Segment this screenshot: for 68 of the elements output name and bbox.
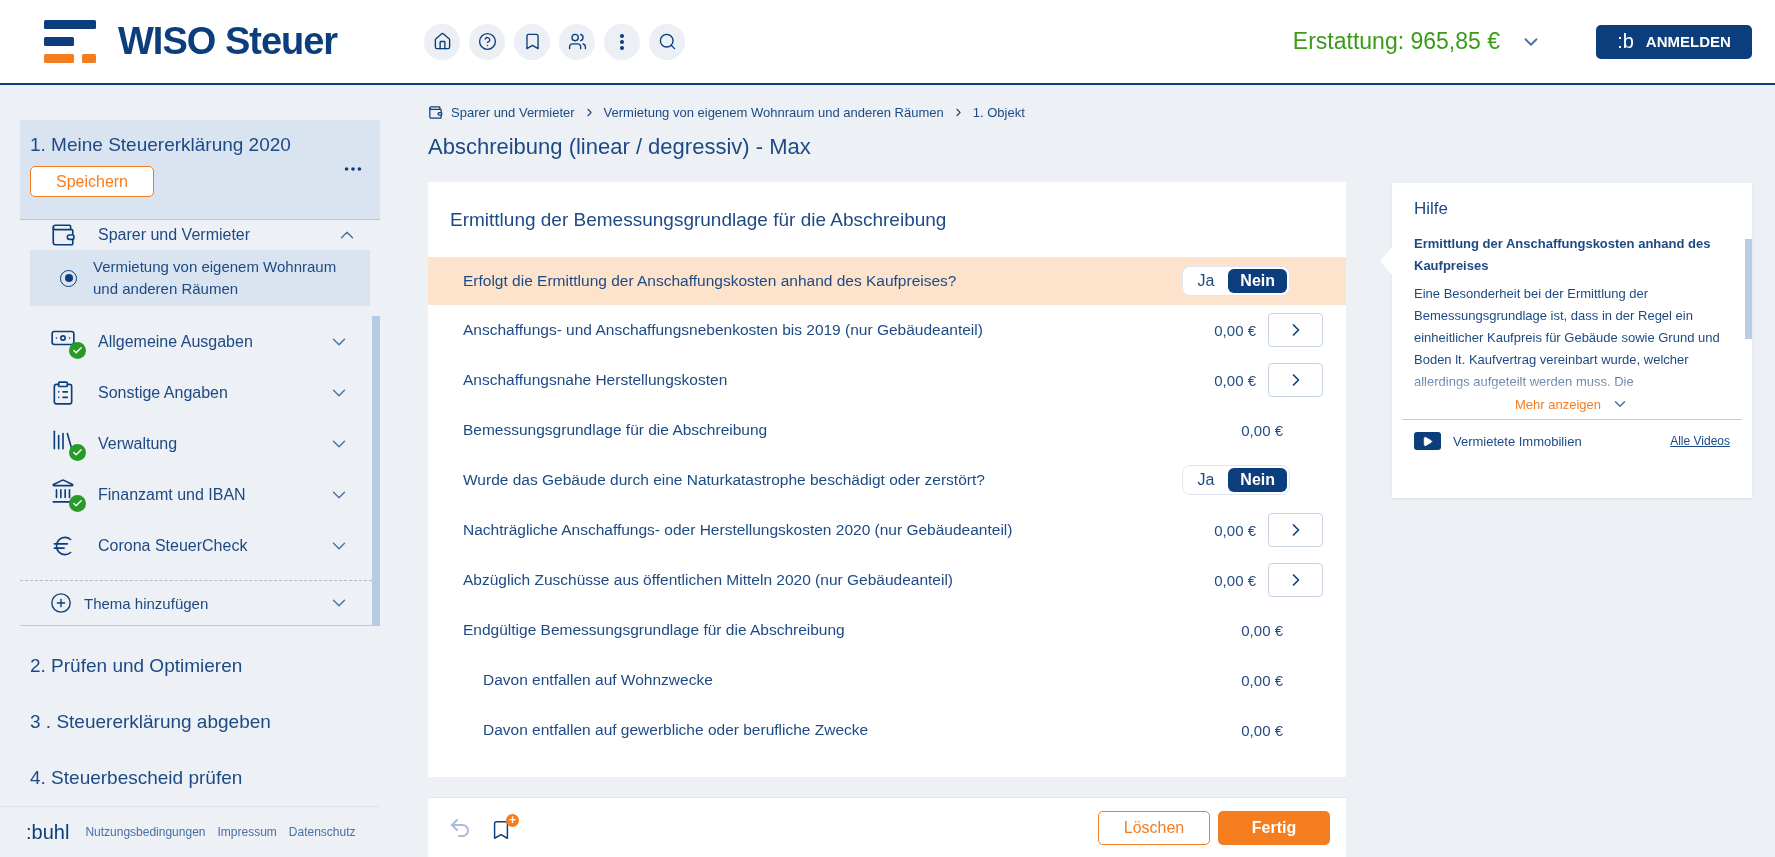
topic-item[interactable]: Sonstige Angaben — [20, 367, 372, 419]
figures-button[interactable] — [559, 23, 595, 60]
login-button[interactable]: :b ANMELDEN — [1596, 24, 1752, 59]
field-label: Abzüglich Zuschüsse aus öffentlichen Mitteln 2020 (nur Gebäudeanteil) — [463, 571, 954, 589]
toggle-option[interactable]: Ja — [1185, 269, 1227, 293]
field-label: Wurde das Gebäude durch eine Naturkatastrophe beschädigt oder zerstört? — [463, 471, 986, 489]
search-button[interactable] — [649, 23, 685, 60]
more-button[interactable] — [604, 23, 640, 60]
help-button[interactable] — [469, 23, 505, 60]
page-title: Abschreibung (linear / degressiv) - Max — [428, 134, 812, 160]
help-heading: Ermittlung der Anschaffungskosten anhand des Kaufpreises — [1414, 235, 1712, 275]
topic-item[interactable]: Verwaltung — [20, 418, 372, 470]
search-icon — [657, 32, 677, 51]
amount-value: 0,00 € — [1241, 621, 1283, 639]
field-label: Bemessungsgrundlage für die Abschreibung — [463, 421, 769, 439]
footer-link[interactable]: Impressum — [217, 825, 277, 840]
topic-item[interactable]: Finanzamt und IBAN — [20, 469, 372, 521]
topic-item[interactable]: Corona SteuerCheck — [20, 520, 372, 572]
card-title: Ermittlung der Bemessungsgrundlage für die Abschreibung — [449, 207, 948, 232]
help-text: Eine Besonderheit bei der Ermittlung der Bemessungsgrundlage ist, dass in der Regel ein einheitlicher Kaufpreis für Gebäude sowie Grund und Boden lt. Kaufvertrag vereinbart wurde, welcher allerdings aufgeteilt werden muss. Die — [1414, 285, 1721, 391]
add-topic-item[interactable]: Thema hinzufügen — [20, 580, 372, 626]
home-button[interactable] — [424, 23, 460, 60]
footer-link[interactable]: Nutzungsbedingungen — [85, 825, 206, 840]
field-label: Davon entfallen auf gewerbliche oder berufliche Zwecke — [483, 721, 870, 739]
amount-value: 0,00 € — [1241, 721, 1283, 739]
field-label: Anschaffungsnahe Herstellungskosten — [463, 371, 729, 389]
open-input-button[interactable] — [1268, 513, 1323, 547]
open-input-button[interactable] — [1268, 313, 1323, 347]
amount-value: 0,00 € — [1241, 671, 1283, 689]
step-item[interactable]: 3 . Steuererklärung abgeben — [20, 694, 380, 751]
footer-link[interactable]: Datenschutz — [288, 825, 356, 840]
amount-value: 0,00 € — [1214, 571, 1256, 589]
video-title[interactable]: Vermietete Immobilien — [1453, 433, 1582, 449]
step-item[interactable]: 2. Prüfen und Optimieren — [20, 638, 380, 695]
field-label: Nachträgliche Anschaffungs- oder Herstellungskosten 2020 (nur Gebäudeanteil) — [463, 521, 1014, 539]
open-input-button[interactable] — [1268, 563, 1323, 597]
field-label: Anschaffungs- und Anschaffungsnebenkosten bis 2019 (nur Gebäudeanteil) — [463, 321, 984, 339]
amount-value: 0,00 € — [1214, 371, 1256, 389]
breadcrumb-item[interactable]: 1. Objekt — [972, 104, 1025, 120]
step-item[interactable]: 4. Steuerbescheid prüfen — [20, 750, 380, 807]
toggle-option[interactable]: Nein — [1228, 269, 1287, 293]
breadcrumb-item[interactable]: Vermietung von eigenem Wohnraum und anderen Räumen — [603, 104, 944, 120]
home-icon — [432, 32, 452, 51]
open-input-button[interactable] — [1268, 363, 1323, 397]
play-icon — [1414, 432, 1441, 450]
topic-item[interactable]: Sparer und Vermieter — [20, 220, 380, 251]
help-icon — [477, 32, 497, 51]
help-title: Hilfe — [1414, 199, 1449, 219]
subtopic-item[interactable]: Vermietung von eigenem Wohnraum und anderen Räumen — [30, 250, 370, 307]
field-label: Davon entfallen auf Wohnzwecke — [483, 671, 714, 689]
brand-logo: :buhl — [26, 820, 70, 844]
amount-value: 0,00 € — [1241, 421, 1283, 439]
more-icon — [620, 33, 624, 50]
toggle-option[interactable]: Ja — [1185, 468, 1227, 492]
refund-amount: Erstattung: 965,85 € — [1292, 28, 1500, 55]
amount-value: 0,00 € — [1214, 521, 1256, 539]
topic-item[interactable]: Allgemeine Ausgaben — [20, 316, 372, 368]
all-videos-link[interactable]: Alle Videos — [1670, 434, 1730, 448]
field-label: Erfolgt die Ermittlung der Anschaffungskosten anhand des Kaufpreises? — [463, 272, 958, 290]
section-title: 1. Meine Steuererklärung 2020 — [30, 134, 292, 156]
field-label: Endgültige Bemessungsgrundlage für die Abschreibung — [463, 621, 846, 639]
logo-text: WISO Steuer — [118, 20, 338, 63]
plus-circle-icon — [50, 592, 72, 615]
figures-icon — [567, 32, 587, 51]
toggle-option[interactable]: Nein — [1228, 468, 1287, 492]
amount-value: 0,00 € — [1214, 321, 1256, 339]
breadcrumb-item[interactable]: Sparer und Vermieter — [451, 104, 575, 120]
bookmark-button[interactable] — [514, 23, 550, 60]
